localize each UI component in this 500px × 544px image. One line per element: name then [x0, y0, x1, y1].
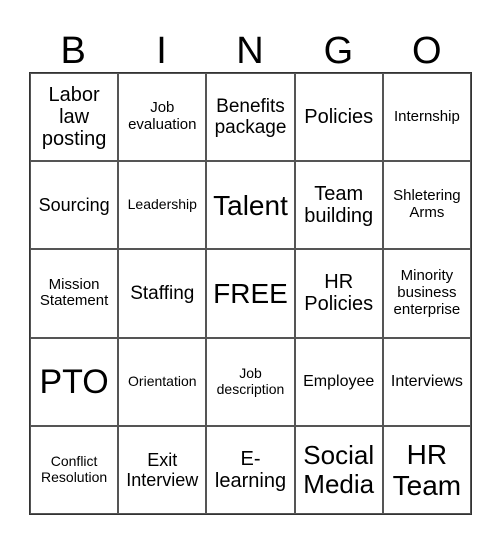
bingo-cell[interactable]: Orientation	[118, 337, 207, 426]
bingo-cell[interactable]: Talent	[206, 161, 295, 250]
bingo-cell[interactable]: Shletering Arms	[382, 161, 471, 250]
bingo-cell[interactable]: Labor law posting	[30, 73, 119, 162]
bingo-cell[interactable]: Minority business enterprise	[382, 249, 471, 338]
bingo-cell[interactable]: Sourcing	[30, 161, 119, 250]
bingo-cell[interactable]: HR Team	[382, 425, 471, 514]
bingo-cell[interactable]: Policies	[294, 73, 383, 162]
bingo-cell[interactable]: Leadership	[118, 161, 207, 250]
bingo-cell[interactable]: Benefits package	[206, 73, 295, 162]
bingo-header: B I N G O	[29, 30, 471, 72]
header-letter-o: O	[411, 30, 442, 72]
bingo-cell[interactable]: Exit Interview	[118, 425, 207, 514]
free-space[interactable]: FREE	[206, 249, 295, 338]
bingo-cell[interactable]: Team building	[294, 161, 383, 250]
bingo-cell[interactable]: Mission Statement	[30, 249, 119, 338]
header-letter-n: N	[236, 30, 264, 72]
bingo-cell[interactable]: Internship	[382, 73, 471, 162]
header-letter-g: G	[323, 30, 354, 72]
bingo-cell[interactable]: Job evaluation	[118, 73, 207, 162]
bingo-cell[interactable]: Staffing	[118, 249, 207, 338]
bingo-cell[interactable]: Employee	[294, 337, 383, 426]
header-letter-b: B	[60, 30, 86, 72]
bingo-grid: Labor law posting Job evaluation Benefit…	[29, 72, 472, 515]
bingo-cell[interactable]: PTO	[30, 337, 119, 426]
bingo-cell[interactable]: Job description	[206, 337, 295, 426]
header-letter-i: I	[156, 30, 167, 72]
bingo-cell[interactable]: HR Policies	[294, 249, 383, 338]
bingo-cell[interactable]: Interviews	[382, 337, 471, 426]
bingo-cell[interactable]: Conflict Resolution	[30, 425, 119, 514]
bingo-cell[interactable]: Social Media	[294, 425, 383, 514]
bingo-cell[interactable]: E-learning	[206, 425, 295, 514]
